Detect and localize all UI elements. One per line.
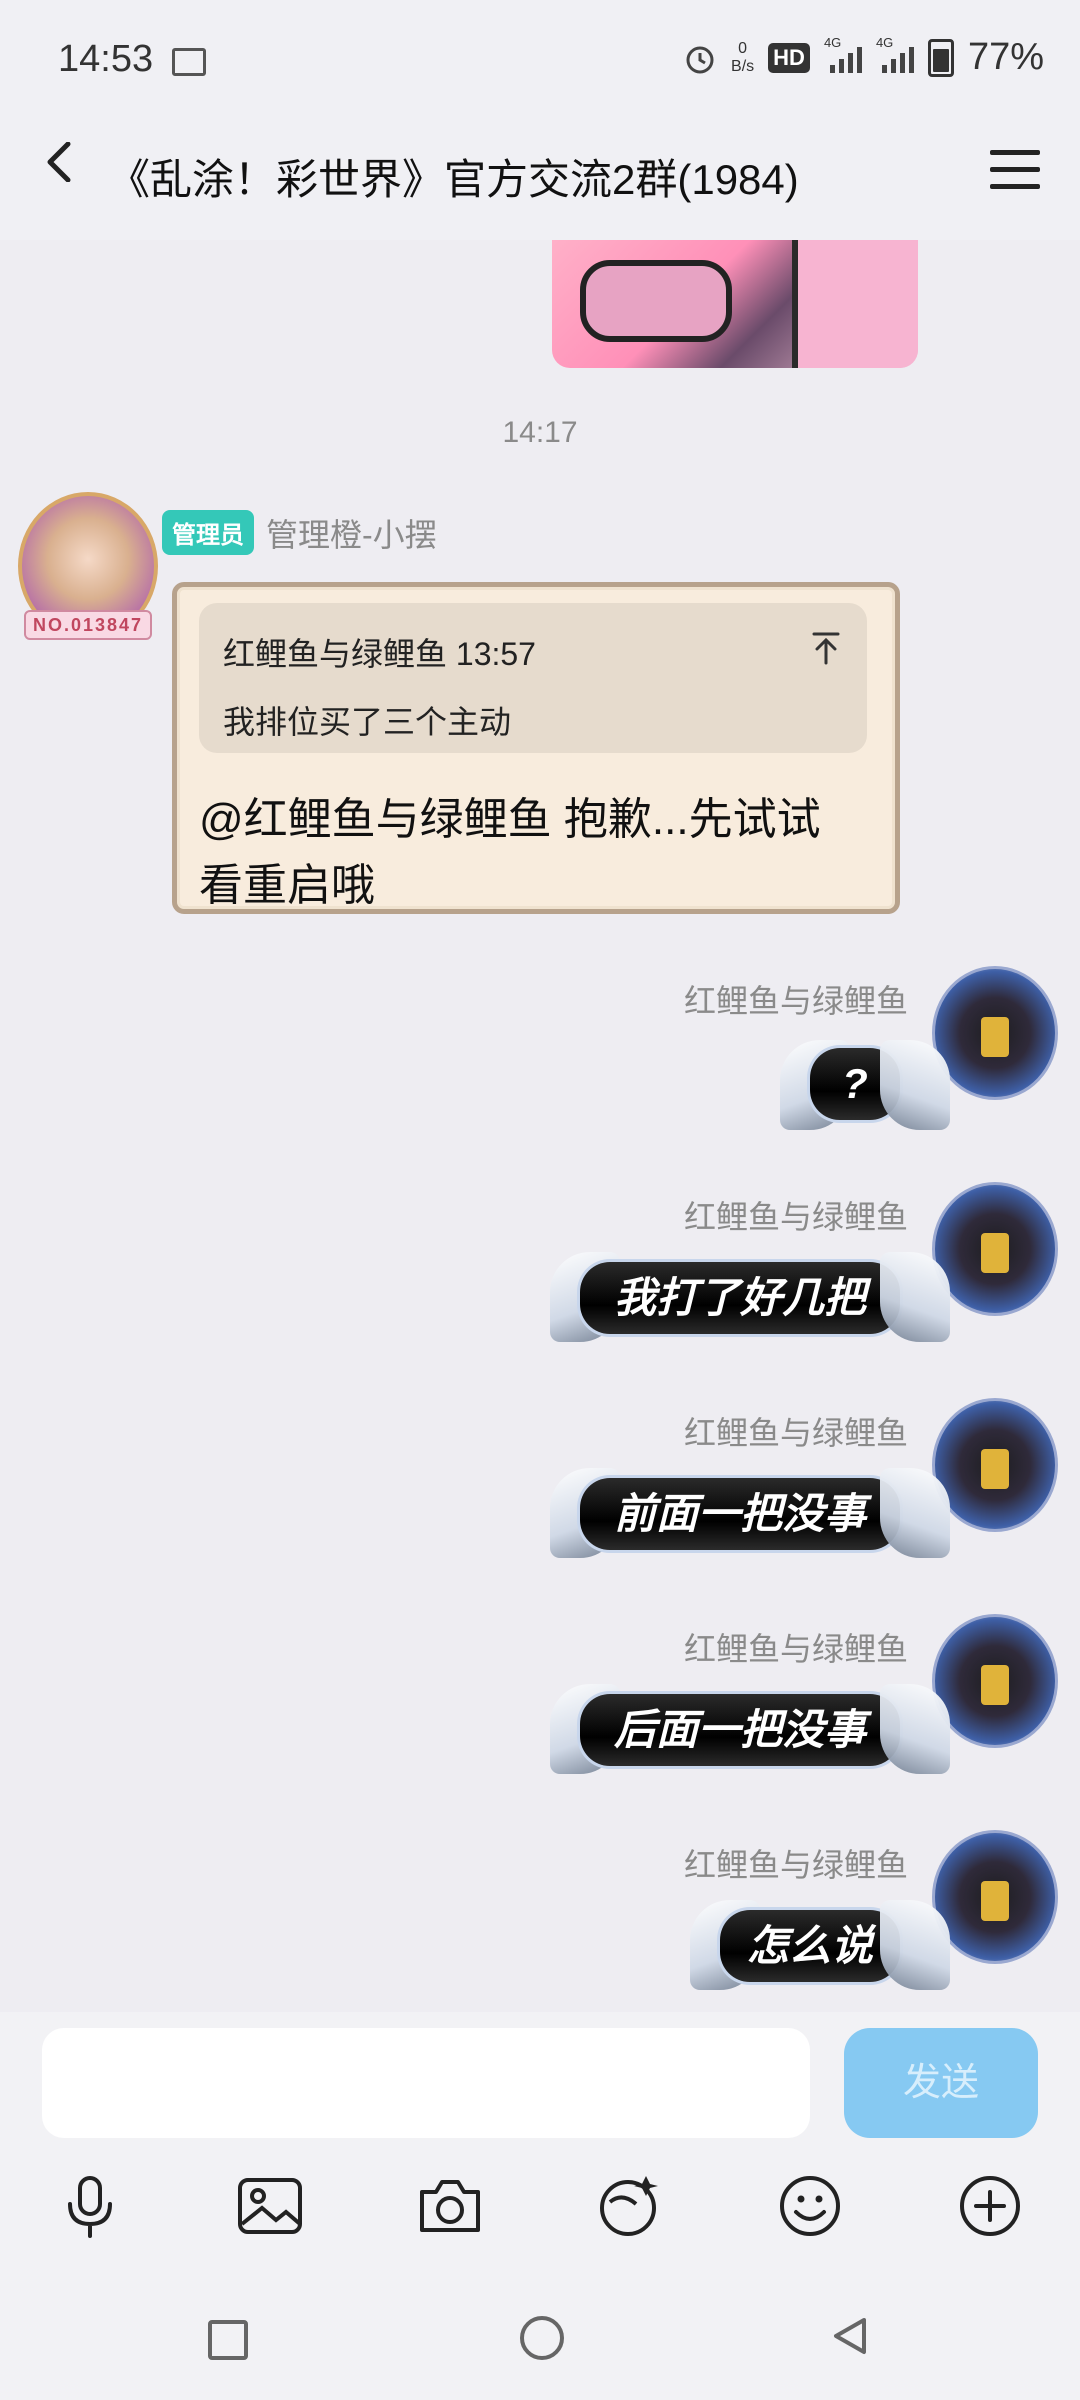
status-icons: 0 B/s HD 4G 4G 77% [683, 35, 1044, 79]
home-button[interactable] [520, 2316, 564, 2360]
quoted-message[interactable]: 红鲤鱼与绿鲤鱼 13:57 我排位买了三个主动 [199, 603, 867, 753]
sticker-gun [580, 260, 732, 342]
battery-icon [927, 38, 954, 77]
sender-name: 红鲤鱼与绿鲤鱼 [683, 983, 908, 1019]
admin-badge: 管理员 [162, 510, 254, 555]
battery-percent: 77% [967, 36, 1044, 78]
bubble-wing-decoration [880, 1040, 950, 1130]
sender-name: 红鲤鱼与绿鲤鱼 [683, 1631, 908, 1667]
sender-name: 红鲤鱼与绿鲤鱼 [683, 1415, 908, 1451]
avatar[interactable] [932, 1614, 1058, 1748]
send-button[interactable]: 发送 [844, 2028, 1038, 2138]
back-arrow-icon[interactable] [40, 142, 80, 182]
emoji-icon[interactable] [774, 2170, 846, 2242]
message-bubble[interactable]: 我打了好几把 [580, 1262, 900, 1334]
group-title: 《乱涂！彩世界》官方交流2群(1984) [108, 156, 799, 203]
avatar[interactable] [932, 1182, 1058, 1316]
hd-icon: HD [768, 42, 810, 73]
avatar[interactable] [932, 966, 1058, 1100]
avatar-number: NO.013847 [24, 610, 152, 640]
net-speed-value: 0 [738, 39, 748, 57]
status-bar: 14:53 0 B/s HD 4G 4G 77% [0, 0, 1080, 120]
message-input[interactable] [42, 2028, 810, 2138]
sender-name: 红鲤鱼与绿鲤鱼 [683, 1847, 908, 1883]
sender-name: 红鲤鱼与绿鲤鱼 [683, 1199, 908, 1235]
quote-text: 我排位买了三个主动 [223, 704, 512, 740]
sticker-icon[interactable] [592, 2170, 664, 2242]
sticker-hair [792, 240, 918, 368]
message-bubble[interactable]: 红鲤鱼与绿鲤鱼 13:57 我排位买了三个主动 @红鲤鱼与绿鲤鱼 抱歉...先试… [172, 582, 900, 914]
camera-icon[interactable] [414, 2170, 486, 2242]
signal-label: 4G [823, 34, 842, 50]
bubble-wing-decoration [880, 1468, 950, 1558]
bubble-wing-decoration [880, 1900, 950, 1990]
signal-label: 4G [875, 34, 894, 50]
quote-header: 红鲤鱼与绿鲤鱼 13:57 [223, 636, 536, 672]
sender-name: 管理橙-小摆 [266, 517, 437, 553]
alarm-icon [686, 46, 714, 73]
avatar[interactable]: NO.013847 [18, 492, 158, 640]
bubble-wing-decoration [880, 1252, 950, 1342]
gallery-notification-icon [172, 48, 206, 76]
message-timestamp: 14:17 [502, 416, 578, 449]
avatar[interactable] [932, 1398, 1058, 1532]
image-message[interactable] [552, 240, 918, 368]
plus-icon[interactable] [954, 2170, 1026, 2242]
message-bubble[interactable]: 前面一把没事 [580, 1478, 900, 1550]
menu-icon[interactable] [990, 150, 1040, 190]
message-bubble[interactable]: 怎么说 [720, 1910, 900, 1982]
signal-icon: 4G [824, 35, 862, 73]
recent-apps-button[interactable] [208, 2320, 248, 2360]
message-bubble[interactable]: 后面一把没事 [580, 1694, 900, 1766]
back-button[interactable] [830, 2316, 870, 2356]
net-speed: 0 B/s [731, 40, 754, 76]
bubble-wing-decoration [880, 1684, 950, 1774]
image-icon[interactable] [234, 2170, 306, 2242]
avatar[interactable] [932, 1830, 1058, 1964]
signal-icon: 4G [876, 35, 914, 73]
message-text: @红鲤鱼与绿鲤鱼 抱歉...先试试看重启哦 [199, 795, 821, 910]
message-list[interactable]: 14:17 NO.013847 管理员 管理橙-小摆 红鲤鱼与绿鲤鱼 13:57… [0, 240, 1080, 2012]
jump-to-quote-icon[interactable] [811, 631, 841, 665]
microphone-icon[interactable] [54, 2170, 126, 2242]
status-time: 14:53 [58, 38, 154, 80]
net-speed-unit: B/s [731, 57, 755, 75]
